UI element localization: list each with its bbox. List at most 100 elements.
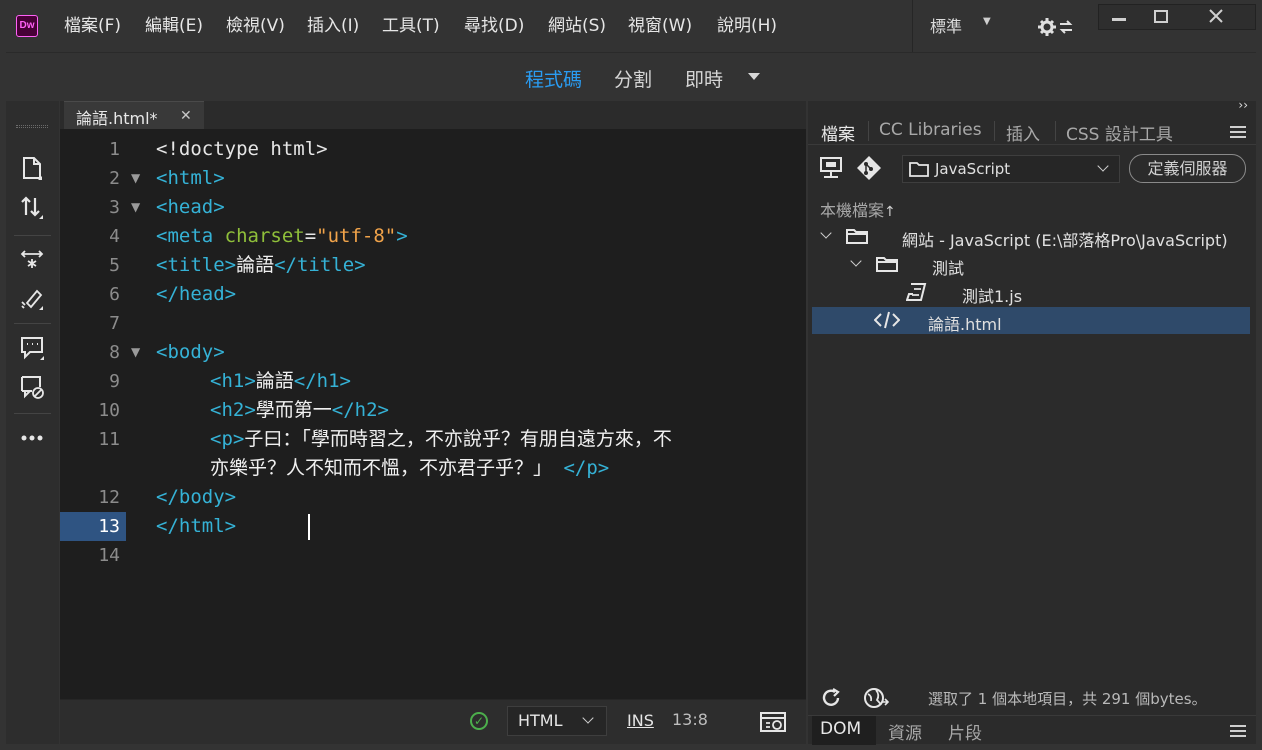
line-number: 8 [109, 342, 120, 363]
panel-menu-icon[interactable] [1230, 126, 1246, 138]
workspace-switcher[interactable]: 標準 ▼ [912, 0, 1012, 52]
tree-item-file-selected[interactable]: 論語.html [812, 307, 1250, 334]
menu-window[interactable]: 視窗(W) [628, 14, 692, 38]
status-bar: ✓ HTML INS 13:8 [60, 699, 806, 744]
define-server-button[interactable]: 定義伺服器 [1129, 154, 1246, 183]
tab-assets[interactable]: 資源 [888, 719, 922, 744]
close-button[interactable] [1197, 5, 1249, 29]
more-icon[interactable] [19, 425, 45, 451]
chevron-down-icon[interactable] [748, 73, 760, 80]
site-select[interactable]: JavaScript [902, 155, 1120, 183]
fold-toggle-icon[interactable]: ▼ [131, 164, 140, 193]
expand-icon[interactable] [19, 246, 45, 272]
real-time-preview-icon[interactable] [758, 710, 788, 734]
menu-find[interactable]: 尋找(D) [464, 14, 524, 38]
menu-tools[interactable]: 工具(T) [382, 14, 440, 38]
menu-view[interactable]: 檢視(V) [226, 14, 285, 38]
live-view-button[interactable]: 即時 [685, 65, 723, 92]
split-view-button[interactable]: 分割 [614, 65, 652, 92]
current-line-number: 13 [60, 512, 126, 541]
uncomment-icon[interactable] [19, 374, 45, 400]
folder-icon [846, 227, 868, 245]
check-circle-icon[interactable]: ✓ [470, 712, 488, 730]
file-icon[interactable] [19, 155, 45, 181]
window-controls [1098, 4, 1256, 30]
doctype-token: <!doctype html> [156, 138, 328, 160]
tag-token: </p> [563, 457, 610, 479]
code-file-icon [873, 310, 901, 330]
line-number: 5 [109, 255, 120, 276]
chevron-down-icon [582, 712, 594, 724]
text-token: 論語 [255, 370, 294, 392]
maximize-button[interactable] [1141, 5, 1193, 29]
insert-mode-toggle[interactable]: INS [627, 711, 654, 730]
tab-files[interactable]: 檔案 [821, 120, 855, 145]
tag-token: </h2> [331, 399, 389, 421]
refresh-icon[interactable] [820, 687, 842, 709]
tag-token: <h2> [210, 399, 256, 421]
site-select-label: JavaScript [935, 160, 1011, 178]
code-line-6: </head> [156, 280, 236, 309]
fold-toggle-icon[interactable]: ▼ [131, 193, 140, 222]
tree-item-file[interactable]: 測試1.js [812, 279, 1250, 306]
chevron-down-icon: ▼ [983, 16, 991, 27]
toolbar-divider [14, 323, 51, 324]
folder-icon [909, 160, 929, 178]
tab-insert[interactable]: 插入 [1006, 120, 1040, 145]
menu-file[interactable]: 檔案(F) [64, 14, 121, 38]
line-number: 9 [109, 371, 120, 392]
tab-divider [994, 121, 995, 141]
tag-token: <h1> [210, 370, 256, 392]
text-token: 學而第一 [255, 399, 332, 421]
globe-icon[interactable] [862, 686, 890, 710]
sort-arrows-icon[interactable] [19, 194, 45, 220]
menu-site[interactable]: 網站(S) [548, 14, 606, 38]
tag-token: <head> [156, 196, 225, 218]
script-file-icon [905, 282, 928, 302]
tab-dom[interactable]: DOM [820, 719, 861, 739]
toolbar-grip[interactable] [16, 125, 48, 128]
tab-cc-libraries[interactable]: CC Libraries [879, 120, 982, 140]
tree-item-folder[interactable]: 測試 [812, 251, 1250, 278]
code-line-4: <meta charset="utf-8"> [156, 222, 408, 251]
toolbar-divider [14, 235, 51, 236]
git-icon[interactable] [856, 155, 882, 181]
tag-token: </html> [156, 515, 237, 537]
line-number: 4 [109, 226, 120, 247]
code-line-12: </body> [156, 483, 236, 512]
menu-edit[interactable]: 編輯(E) [145, 14, 203, 38]
code-line-13: </html> [156, 512, 236, 541]
files-toolbar: JavaScript 定義伺服器 [808, 145, 1256, 193]
code-editor[interactable]: 1 2 3 4 5 6 7 8 9 10 11 12 13 14 ▼ ▼ ▼ <… [60, 129, 806, 699]
local-files-header[interactable]: 本機檔案↑ [820, 197, 896, 221]
brush-icon[interactable] [19, 285, 45, 311]
document-tab[interactable]: 論語.html* ✕ [64, 101, 204, 129]
tag-token: </head> [156, 283, 237, 305]
close-icon[interactable]: ✕ [180, 108, 192, 124]
fold-toggle-icon[interactable]: ▼ [131, 338, 140, 367]
line-number: 11 [98, 429, 120, 450]
tag-token: <body> [156, 341, 225, 363]
tab-css-designer[interactable]: CSS 設計工具 [1066, 120, 1173, 145]
files-panel: 檔案 CC Libraries 插入 CSS 設計工具 JavaScript 定… [808, 117, 1256, 745]
menu-insert[interactable]: 插入(I) [307, 14, 359, 38]
code-view-button[interactable]: 程式碼 [525, 65, 582, 92]
document-type-select[interactable]: HTML [507, 706, 607, 736]
collapse-panels-icon[interactable]: ›› [1238, 98, 1248, 112]
files-status-bar: 選取了 1 個本地項目，共 291 個bytes。 [808, 681, 1256, 715]
chevron-down-icon[interactable] [850, 255, 862, 267]
comment-icon[interactable] [19, 335, 45, 361]
document-window: 論語.html* ✕ 1 2 3 4 5 6 7 8 9 10 11 12 13… [60, 101, 806, 744]
menu-bar: Dw 檔案(F) 編輯(E) 檢視(V) 插入(I) 工具(T) 尋找(D) 網… [0, 0, 1262, 52]
text-token: 亦樂乎？人不知而不慍，不亦君子乎？」 [210, 457, 553, 479]
tree-item-site-root[interactable]: 網站 - JavaScript (E:\部落格Pro\JavaScript) [812, 223, 1250, 250]
sync-settings-icon[interactable] [1036, 15, 1076, 39]
chevron-down-icon[interactable] [820, 227, 832, 239]
connect-icon[interactable] [818, 155, 844, 181]
line-number: 3 [109, 197, 120, 218]
menu-help[interactable]: 說明(H) [717, 14, 777, 38]
tag-token: > [396, 225, 408, 247]
code-line-11-wrap: 亦樂乎？人不知而不慍，不亦君子乎？」 </p> [210, 454, 609, 483]
panel-menu-icon[interactable] [1230, 725, 1246, 737]
tab-snippets[interactable]: 片段 [948, 719, 982, 744]
